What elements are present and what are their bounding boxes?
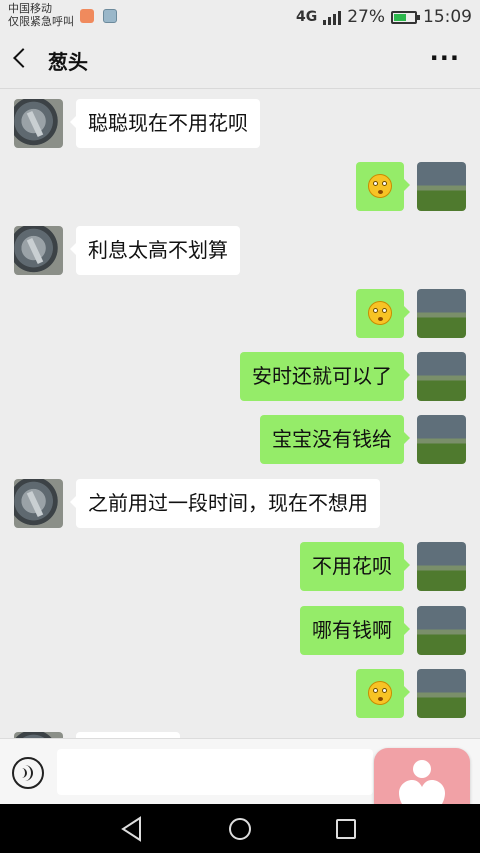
battery-percent: 27% xyxy=(347,7,385,27)
message-bubble[interactable]: 哪有钱啊 xyxy=(300,606,410,655)
message-bubble[interactable]: 宝宝没有钱给 xyxy=(260,415,410,464)
contact-avatar[interactable] xyxy=(14,99,63,148)
signal-strength-icon xyxy=(323,9,342,25)
contact-avatar[interactable] xyxy=(14,479,63,528)
message-input[interactable] xyxy=(57,749,373,795)
clock: 15:09 xyxy=(423,7,472,27)
user-avatar[interactable] xyxy=(417,162,466,211)
flushed-face-emoji-icon xyxy=(368,681,392,705)
chevron-left-icon[interactable] xyxy=(13,48,33,68)
emoji-bubble[interactable] xyxy=(356,669,410,718)
chat-title: 葱头 xyxy=(48,50,88,74)
heart-dot-icon xyxy=(413,760,431,778)
chat-header: 葱头 ··· xyxy=(0,34,480,89)
flushed-face-emoji-icon xyxy=(368,174,392,198)
user-avatar[interactable] xyxy=(417,415,466,464)
emoji-bubble[interactable] xyxy=(356,289,410,338)
nav-back-icon[interactable] xyxy=(120,816,144,842)
user-avatar[interactable] xyxy=(417,289,466,338)
flushed-face-emoji-icon xyxy=(368,301,392,325)
contact-avatar[interactable] xyxy=(14,226,63,275)
network-type: 4G xyxy=(295,9,318,25)
more-icon[interactable]: ··· xyxy=(430,44,460,72)
app-notification-icon xyxy=(80,9,94,23)
message-list[interactable]: 聪聪现在不用花呗 利息太高不划算 安时还就可以了 宝宝没有钱给 之前用过一段时间… xyxy=(0,88,480,738)
nav-recent-apps-icon[interactable] xyxy=(336,819,356,839)
system-navigation-bar xyxy=(0,804,480,853)
message-bubble[interactable]: 利息太高不划算 xyxy=(70,226,240,275)
carrier-name: 中国移动 xyxy=(8,2,52,15)
voice-icon[interactable] xyxy=(12,757,44,789)
user-avatar[interactable] xyxy=(417,669,466,718)
user-avatar[interactable] xyxy=(417,606,466,655)
image-notification-icon xyxy=(103,9,117,23)
nav-home-icon[interactable] xyxy=(229,818,251,840)
carrier-info: 中国移动 仅限紧急呼叫 xyxy=(8,2,74,28)
status-indicators: 4G 27% 15:09 xyxy=(296,6,472,28)
message-bubble[interactable]: 聪聪现在不用花呗 xyxy=(70,99,260,148)
message-bubble[interactable]: 之前用过一段时间，现在不想用 xyxy=(70,479,380,528)
user-avatar[interactable] xyxy=(417,542,466,591)
user-avatar[interactable] xyxy=(417,352,466,401)
emoji-bubble[interactable] xyxy=(356,162,410,211)
status-bar: 中国移动 仅限紧急呼叫 4G 27% 15:09 xyxy=(0,0,480,34)
battery-charging-icon xyxy=(391,10,420,24)
message-bubble[interactable]: 不用花呗 xyxy=(300,542,410,591)
message-bubble[interactable]: 安时还就可以了 xyxy=(240,352,410,401)
emergency-only-label: 仅限紧急呼叫 xyxy=(8,15,74,28)
